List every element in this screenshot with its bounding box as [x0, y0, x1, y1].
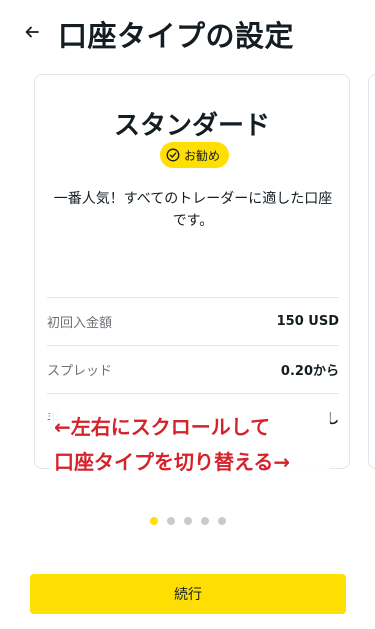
header: 口座タイプの設定: [0, 0, 375, 66]
page-title: 口座タイプの設定: [58, 19, 295, 53]
spec-value: 0.20から: [280, 364, 339, 379]
spec-label: 初回入金額: [47, 316, 113, 331]
account-description: 一番人気！すべてのトレーダーに適した口座です。: [53, 191, 333, 229]
back-button[interactable]: [20, 20, 44, 44]
pagination-dot-3[interactable]: [183, 517, 192, 525]
pagination-dot-2[interactable]: [166, 517, 175, 525]
arrow-left-icon: [25, 26, 39, 38]
check-circle-icon: [166, 148, 180, 162]
spec-label: スプレッド: [47, 364, 113, 379]
scroll-hint-annotation: ←左右にスクロールして 口座タイプを切り替える→: [50, 410, 330, 480]
account-type-title: スタンダード: [113, 111, 270, 141]
scroll-hint-line-2: 口座タイプを切り替える→: [50, 445, 330, 480]
spec-row-initial-deposit: 初回入金額 150 USD: [47, 297, 339, 345]
carousel-pagination: [0, 517, 375, 525]
recommended-badge: お勧め: [160, 142, 230, 168]
spec-row-spread: スプレッド 0.20から: [47, 345, 339, 393]
scroll-hint-line-1: ←左右にスクロールして: [50, 410, 330, 445]
pagination-dot-4[interactable]: [200, 517, 209, 525]
next-account-card[interactable]: [368, 74, 375, 469]
badge-label: お勧め: [184, 148, 221, 163]
continue-button[interactable]: 続行: [30, 574, 346, 614]
spec-value: 150 USD: [276, 314, 339, 329]
pagination-dot-1[interactable]: [149, 517, 158, 525]
pagination-dot-5[interactable]: [217, 517, 226, 525]
